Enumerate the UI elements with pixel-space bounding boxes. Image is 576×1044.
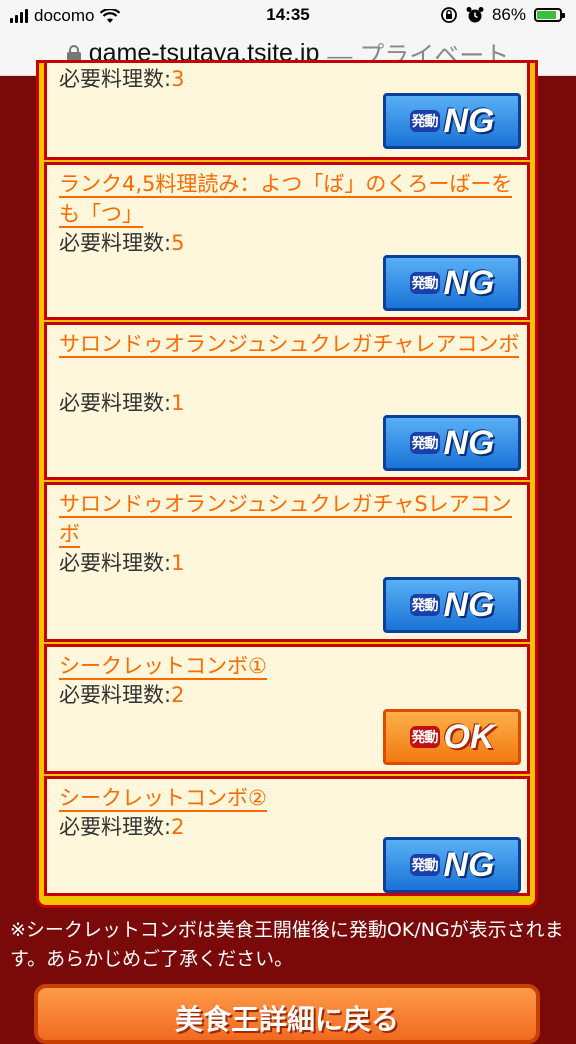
required-dishes-label: 必要料理数: [59, 391, 172, 415]
activation-ng-badge: 発動 NG [383, 577, 521, 633]
status-right: 86% [440, 5, 565, 25]
back-to-details-button[interactable]: 美食王詳細に戻る [34, 984, 540, 1044]
combo-title-text[interactable]: シークレットコンボ② [59, 786, 267, 812]
badge-status: OK [443, 717, 495, 756]
badge-status: NG [443, 423, 495, 462]
badge-status: NG [443, 845, 495, 884]
required-dishes-value: 2 [171, 815, 185, 839]
required-dishes-label: 必要料理数: [59, 551, 172, 575]
required-dishes-value: 1 [171, 391, 185, 415]
activation-ng-badge: 発動 NG [383, 255, 521, 311]
combo-card: ランク4,5料理読み：よつ「ば」のくろーばーをも「つ」 必要料理数:5 発動 N… [44, 162, 530, 320]
badge-prefix: 発動 [409, 272, 440, 294]
combo-title-link[interactable]: ランク4,5料理読み：よつ「ば」のくろーばーをも「つ」 [59, 169, 521, 229]
badge-prefix: 発動 [409, 854, 440, 876]
combo-title-link[interactable]: サロンドゥオランジュシュクレガチャレアコンボ [59, 329, 521, 359]
badge-status: NG [443, 101, 495, 140]
combo-card: 必要料理数:3 発動 NG [44, 60, 530, 160]
required-dishes: 必要料理数:3 [59, 65, 184, 93]
activation-ng-badge: 発動 NG [383, 93, 521, 149]
required-dishes-value: 3 [171, 67, 185, 91]
required-dishes: 必要料理数:2 [59, 681, 184, 709]
badge-prefix: 発動 [409, 432, 440, 454]
required-dishes-value: 5 [171, 231, 185, 255]
combo-card: サロンドゥオランジュシュクレガチャレアコンボ 必要料理数:1 発動 NG [44, 322, 530, 480]
required-dishes-value: 2 [171, 683, 185, 707]
combo-title-link[interactable]: サロンドゥオランジュシュクレガチャSレアコンボ [59, 489, 521, 549]
required-dishes: 必要料理数:1 [59, 549, 184, 577]
badge-prefix: 発動 [409, 726, 440, 748]
badge-prefix: 発動 [409, 594, 440, 616]
combo-title-link[interactable]: シークレットコンボ② [59, 783, 521, 813]
alarm-icon [466, 7, 484, 23]
combo-card: シークレットコンボ① 必要料理数:2 発動 OK [44, 644, 530, 774]
badge-status: NG [443, 263, 495, 302]
battery-icon [534, 8, 565, 22]
combo-card: シークレットコンボ② 必要料理数:2 発動 NG [44, 776, 530, 896]
required-dishes: 必要料理数:1 [59, 389, 184, 417]
activation-ng-badge: 発動 NG [383, 837, 521, 893]
combo-list-frame: 必要料理数:3 発動 NG ランク4,5料理読み：よつ「ば」のくろーばーをも「つ… [36, 60, 538, 908]
activation-ok-badge: 発動 OK [383, 709, 521, 765]
combo-title-text[interactable]: ランク4,5料理読み：よつ「ば」のくろーばーをも「つ」 [59, 172, 513, 228]
combo-card: サロンドゥオランジュシュクレガチャSレアコンボ 必要料理数:1 発動 NG [44, 482, 530, 642]
required-dishes-label: 必要料理数: [59, 231, 172, 255]
combo-title-link[interactable]: シークレットコンボ① [59, 651, 521, 681]
required-dishes-label: 必要料理数: [59, 683, 172, 707]
required-dishes-value: 1 [171, 551, 185, 575]
badge-status: NG [443, 585, 495, 624]
required-dishes: 必要料理数:5 [59, 229, 184, 257]
combo-title-text[interactable]: シークレットコンボ① [59, 654, 267, 680]
rotation-lock-icon [441, 7, 457, 23]
combo-title-text[interactable]: サロンドゥオランジュシュクレガチャレアコンボ [59, 332, 520, 358]
battery-percent: 86% [491, 5, 526, 24]
required-dishes-label: 必要料理数: [59, 67, 172, 91]
activation-ng-badge: 発動 NG [383, 415, 521, 471]
status-bar: docomo 14:35 86% [0, 0, 576, 32]
combo-title-text[interactable]: サロンドゥオランジュシュクレガチャSレアコンボ [59, 492, 512, 548]
badge-prefix: 発動 [409, 110, 440, 132]
required-dishes: 必要料理数:2 [59, 813, 184, 841]
required-dishes-label: 必要料理数: [59, 815, 172, 839]
notice-text: ※シークレットコンボは美食王開催後に発動OK/NGが表示されます。あらかじめご了… [10, 919, 564, 970]
